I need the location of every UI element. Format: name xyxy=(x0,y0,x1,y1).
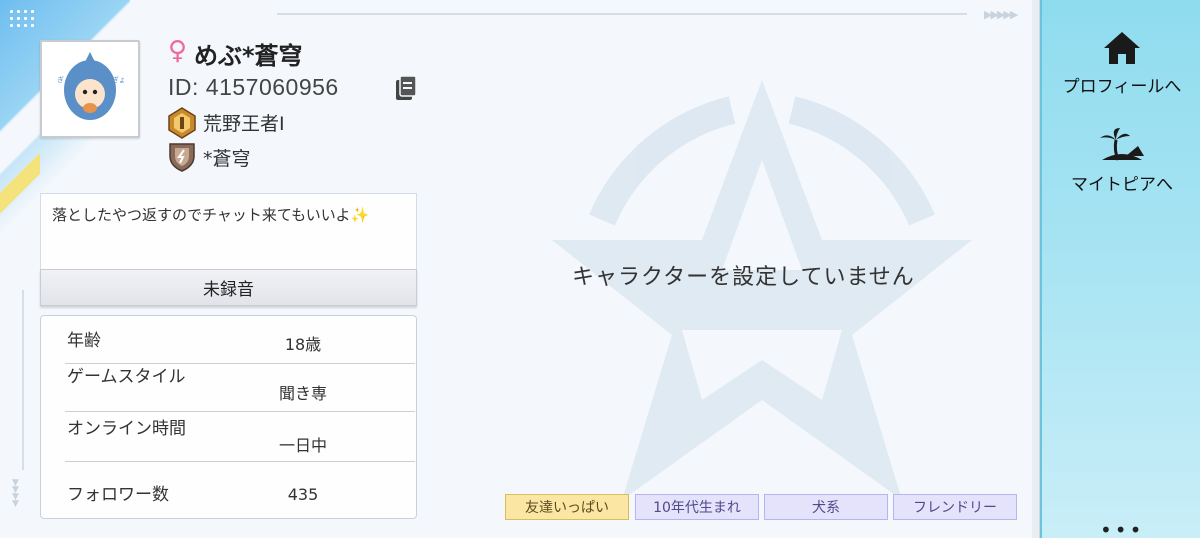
left-arrows-decoration: ▼ ▼ ▼ ▼ xyxy=(12,478,19,509)
stat-label: フォロワー数 xyxy=(67,485,169,505)
user-id: ID: 4157060956 xyxy=(168,74,339,100)
svg-text:ぎょ: ぎょ xyxy=(112,75,126,84)
background-yellow-stripe xyxy=(0,150,40,250)
sidebar-item-label: プロフィールへ xyxy=(1062,77,1182,97)
clan-shield-icon xyxy=(169,143,195,172)
stat-label: 年齢 xyxy=(67,331,101,351)
rank-badge-icon xyxy=(168,107,196,139)
bio-box: 落としたやつ返すのでチャット来てもいいよ✨ xyxy=(40,193,417,271)
tag-item[interactable]: フレンドリー xyxy=(893,494,1017,520)
stat-row-online-time: オンライン時間 一日中 xyxy=(65,416,415,462)
gender-icon: ♀ xyxy=(168,36,188,66)
stat-value: 聞き専 xyxy=(278,384,327,403)
bio-text: 落としたやつ返すのでチャット来てもいいよ✨ xyxy=(52,206,370,224)
stat-label: オンライン時間 xyxy=(67,419,186,439)
top-divider xyxy=(277,13,967,15)
username: めぶ*蒼穹 xyxy=(194,42,303,70)
avatar[interactable]: ぎょ ぎょ xyxy=(40,40,140,138)
rank-label: 荒野王者Ⅰ xyxy=(203,113,285,135)
left-divider xyxy=(22,290,24,470)
sidebar-item-label: マイトピアへ xyxy=(1071,175,1173,195)
island-icon xyxy=(1100,128,1144,161)
stat-value: 一日中 xyxy=(278,436,327,455)
tag-item[interactable]: 友達いっぱい xyxy=(505,494,629,520)
sidebar-item-mytopia[interactable]: マイトピアへ xyxy=(1042,126,1200,195)
avatar-image: ぎょ ぎょ xyxy=(57,52,126,120)
star-emblem-watermark xyxy=(552,80,972,500)
home-icon xyxy=(1104,32,1140,64)
svg-text:ぎょ: ぎょ xyxy=(57,75,71,84)
tag-item[interactable]: 犬系 xyxy=(764,494,888,520)
tag-item[interactable]: 10年代生まれ xyxy=(635,494,759,520)
stat-row-followers: フォロワー数 435 xyxy=(65,466,415,512)
top-arrows-decoration: ▶▶▶▶▶ xyxy=(984,8,1018,21)
stats-panel: 年齢 18歳 ゲームスタイル 聞き専 オンライン時間 一日中 フォロワー数 43… xyxy=(40,315,417,519)
stat-value: 18歳 xyxy=(284,335,322,354)
copy-icon[interactable] xyxy=(393,74,419,102)
sidebar-edge xyxy=(1032,0,1040,538)
more-options-icon[interactable]: ••• xyxy=(1100,518,1144,538)
clan-name: *蒼穹 xyxy=(203,148,251,170)
stat-label: ゲームスタイル xyxy=(67,367,186,387)
stat-value: 435 xyxy=(287,485,319,504)
stat-row-gamestyle: ゲームスタイル 聞き専 xyxy=(65,366,415,412)
sidebar: プロフィールへ マイトピアへ xyxy=(1040,0,1200,538)
no-character-message: キャラクターを設定していません xyxy=(572,265,915,290)
voice-record-button[interactable]: 未録音 xyxy=(40,269,417,306)
stat-row-age: 年齢 18歳 xyxy=(65,318,415,364)
decorative-dots xyxy=(8,8,38,28)
sidebar-item-profile[interactable]: プロフィールへ xyxy=(1042,30,1200,97)
